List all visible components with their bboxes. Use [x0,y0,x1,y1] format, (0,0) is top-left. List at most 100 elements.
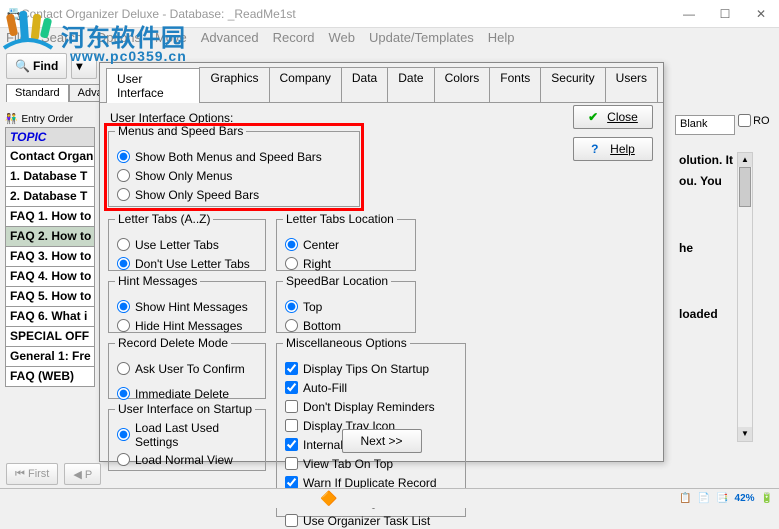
check-use-organizer-task-list[interactable]: Use Organizer Task List [285,512,457,529]
help-label: Help [610,142,635,156]
field-combo[interactable]: Blank [675,115,735,135]
help-button[interactable]: ? Help [573,137,653,161]
group-letter-tabs: Letter Tabs (A..Z) Use Letter Tabs Don't… [108,219,266,271]
content-scrollbar[interactable]: ▲ ▼ [737,152,753,442]
options-tab-security[interactable]: Security [540,67,605,102]
group-speedbar-location: SpeedBar Location Top Bottom [276,281,416,333]
statusbar: 🔶 📋 📄 📑 42% 🔋 [0,488,779,508]
group-title: Letter Tabs Location [283,212,397,226]
menubar: File Search Options Move Advanced Record… [0,28,779,50]
find-button[interactable]: 🔍 Find [6,53,67,79]
menu-web[interactable]: Web [329,30,356,48]
check-icon: ✔ [588,110,602,124]
group-title: Record Delete Mode [115,336,231,350]
radio-hide-hints[interactable]: Hide Hint Messages [117,317,257,334]
zoom-percent: 42% [735,493,755,504]
next-button[interactable]: Next >> [341,429,421,453]
options-tab-users[interactable]: Users [605,67,658,102]
close-label: Close [607,110,638,124]
titlebar: 📇 Contact Organizer Deluxe - Database: _… [0,0,779,28]
check-display-tips-on-startup[interactable]: Display Tips On Startup [285,360,457,377]
radio-top[interactable]: Top [285,298,407,315]
marker-icon: 🔶 [320,490,337,507]
entry-order-label: Entry Order [21,114,73,125]
check-don-t-display-reminders[interactable]: Don't Display Reminders [285,398,457,415]
nav-footer: ⏮ First ◀ P [0,460,779,488]
options-tab-colors[interactable]: Colors [434,67,491,102]
chevron-down-icon: ▾ [76,59,82,73]
window-icon: 📇 [6,7,21,21]
close-window-button[interactable]: ✕ [743,0,779,28]
highlight-box [104,123,364,211]
topic-row[interactable]: Contact Organiz [5,147,95,167]
options-dialog: User InterfaceGraphicsCompanyDataDateCol… [99,62,664,462]
group-letter-tabs-location: Letter Tabs Location Center Right [276,219,416,271]
topic-row[interactable]: SPECIAL OFF [5,327,95,347]
battery-icon: 🔋 [761,493,773,504]
topic-header: TOPIC [5,127,95,147]
radio-ask-confirm[interactable]: Ask User To Confirm [117,360,257,377]
question-icon: ? [591,142,605,156]
scroll-up-icon[interactable]: ▲ [738,153,752,167]
options-tab-fonts[interactable]: Fonts [489,67,541,102]
find-label: Find [33,59,58,73]
topic-row[interactable]: FAQ 1. How to [5,207,95,227]
topic-row[interactable]: FAQ 2. How to [5,227,95,247]
menu-file[interactable]: File [6,30,27,48]
people-icon: 👫 [5,114,17,125]
radio-bottom[interactable]: Bottom [285,317,407,334]
topic-row[interactable]: FAQ 5. How to [5,287,95,307]
menu-advanced[interactable]: Advanced [201,30,259,48]
group-title: Miscellaneous Options [283,336,410,350]
group-title: SpeedBar Location [283,274,391,288]
radio-use-letter-tabs[interactable]: Use Letter Tabs [117,236,257,253]
prev-button[interactable]: ◀ P [64,463,101,485]
tab-standard[interactable]: Standard [6,84,69,102]
menu-record[interactable]: Record [273,30,315,48]
radio-show-hints[interactable]: Show Hint Messages [117,298,257,315]
radio-dont-use-letter-tabs[interactable]: Don't Use Letter Tabs [117,255,257,272]
first-button[interactable]: ⏮ First [6,463,58,485]
options-tab-company[interactable]: Company [269,67,342,102]
menu-search[interactable]: Search [41,30,82,48]
group-title: Letter Tabs (A..Z) [115,212,213,226]
magnifier-icon: 🔍 [15,59,29,73]
check-auto-fill[interactable]: Auto-Fill [285,379,457,396]
close-button[interactable]: ✔ Close [573,105,653,129]
options-tab-date[interactable]: Date [387,67,434,102]
topic-row[interactable]: FAQ (WEB) [5,367,95,387]
dropdown-button[interactable]: ▾ [71,53,97,79]
scroll-thumb[interactable] [739,167,751,207]
topic-row[interactable]: FAQ 3. How to [5,247,95,267]
radio-immediate-delete[interactable]: Immediate Delete [117,385,257,402]
group-title: Hint Messages [115,274,200,288]
radio-center[interactable]: Center [285,236,407,253]
tool-icon[interactable]: 📄 [698,493,710,504]
group-hint-messages: Hint Messages Show Hint Messages Hide Hi… [108,281,266,333]
topic-row[interactable]: 2. Database T [5,187,95,207]
topic-row[interactable]: General 1: Fre [5,347,95,367]
topic-row[interactable]: FAQ 4. How to [5,267,95,287]
ro-checkbox[interactable]: RO [738,114,770,127]
topic-row[interactable]: FAQ 6. What i [5,307,95,327]
tool-icon[interactable]: 📑 [716,493,728,504]
group-title: User Interface on Startup [115,402,255,416]
tool-icon[interactable]: 📋 [679,493,691,504]
minimize-button[interactable]: — [671,0,707,28]
menu-options[interactable]: Options [96,30,141,48]
menu-update-templates[interactable]: Update/Templates [369,30,474,48]
options-tab-user-interface[interactable]: User Interface [106,68,200,103]
maximize-button[interactable]: ☐ [707,0,743,28]
entry-order: 👫 Entry Order [5,114,95,125]
options-tabs: User InterfaceGraphicsCompanyDataDateCol… [100,63,663,103]
topic-row[interactable]: 1. Database T [5,167,95,187]
menu-help[interactable]: Help [488,30,515,48]
radio-right[interactable]: Right [285,255,407,272]
menu-move[interactable]: Move [155,30,187,48]
options-tab-data[interactable]: Data [341,67,388,102]
scroll-down-icon[interactable]: ▼ [738,427,752,441]
window-title: Contact Organizer Deluxe - Database: _Re… [21,7,296,21]
radio-load-last[interactable]: Load Last Used Settings [117,426,257,443]
options-tab-graphics[interactable]: Graphics [199,67,269,102]
group-record-delete-mode: Record Delete Mode Ask User To Confirm I… [108,343,266,399]
